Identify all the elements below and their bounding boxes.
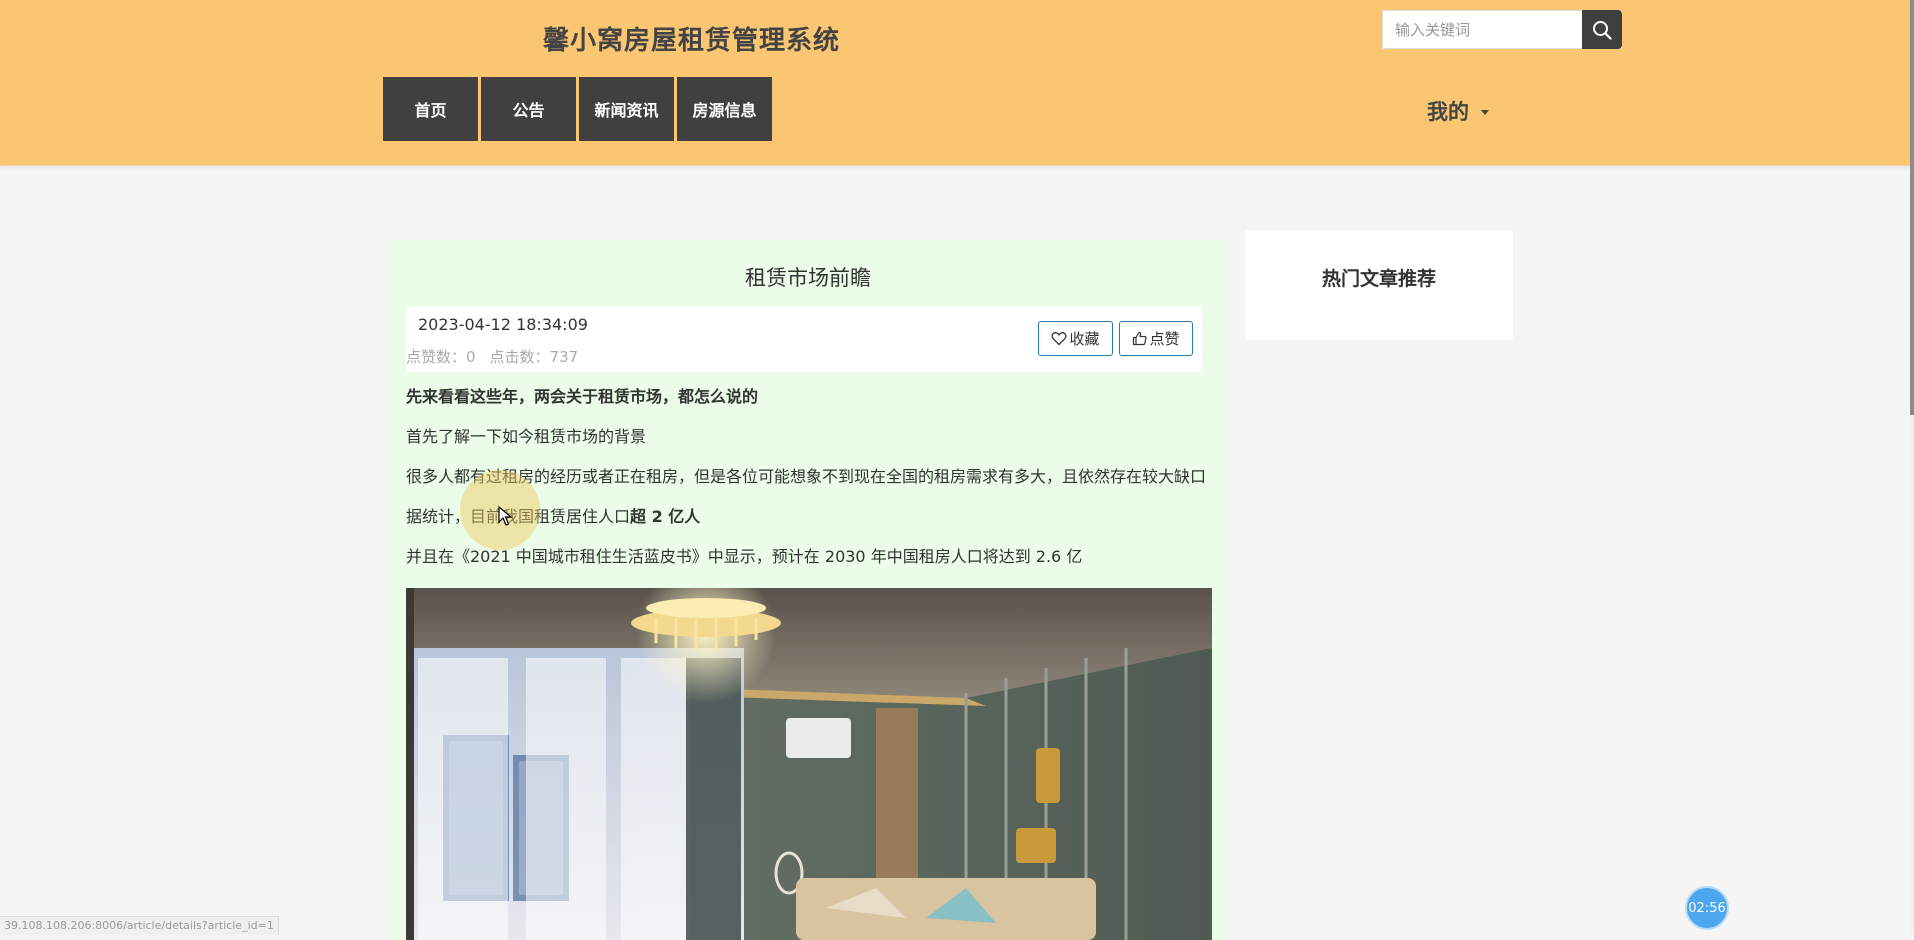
paragraph: 很多人都有过租房的经历或者正在租房，但是各位可能想象不到现在全国的租房需求有多大… <box>406 467 1207 486</box>
article-date: 2023-04-12 18:34:09 <box>418 315 588 334</box>
main-nav: 首页 公告 新闻资讯 房源信息 <box>383 77 775 141</box>
search-icon <box>1593 20 1612 40</box>
paragraph: 先来看看这些年，两会关于租赁市场，都怎么说的 <box>406 387 759 406</box>
article-stats: 点赞数：0 点击数：737 <box>406 346 592 367</box>
article-meta: 2023-04-12 18:34:09 点赞数：0 点击数：737 收藏 点赞 <box>406 307 1202 372</box>
timer-badge[interactable]: 02:56 <box>1685 886 1729 930</box>
favorite-label: 收藏 <box>1069 330 1100 348</box>
nav-item-notice[interactable]: 公告 <box>481 77 576 141</box>
article-image <box>406 588 1212 940</box>
scrollbar-thumb[interactable] <box>1910 0 1914 415</box>
paragraph: 并且在《2021 中国城市租住生活蓝皮书》中显示，预计在 2030 年中国租房人… <box>406 547 1083 566</box>
site-title: 馨小窝房屋租赁管理系统 <box>543 26 841 56</box>
heart-icon <box>1051 332 1068 346</box>
hot-articles-title: 热门文章推荐 <box>1321 268 1436 290</box>
paragraph: 首先了解一下如今租赁市场的背景 <box>406 427 647 446</box>
like-label: 点赞 <box>1149 330 1180 348</box>
thumbs-up-icon <box>1133 331 1148 346</box>
mouse-cursor-icon <box>498 506 512 526</box>
click-count: 点击数：737 <box>489 348 579 366</box>
article-panel: 租赁市场前瞻 2023-04-12 18:34:09 点赞数：0 点击数：737 … <box>390 240 1226 940</box>
nav-item-listings[interactable]: 房源信息 <box>677 77 772 141</box>
status-bar-url: 39.108.108.206:8006/article/details?arti… <box>0 916 279 935</box>
article-content: 先来看看这些年，两会关于租赁市场，都怎么说的 首先了解一下如今租赁市场的背景 很… <box>406 387 1216 587</box>
article-title: 租赁市场前瞻 <box>745 266 871 290</box>
my-account-dropdown[interactable]: 我的 <box>1427 96 1489 126</box>
nav-item-news[interactable]: 新闻资讯 <box>579 77 674 141</box>
site-header: 馨小窝房屋租赁管理系统 首页 公告 新闻资讯 房源信息 我的 <box>0 0 1910 166</box>
nav-item-home[interactable]: 首页 <box>383 77 478 141</box>
emphasis-text: 超 2 亿人 <box>630 507 701 526</box>
paragraph: 据统计，目前我国租赁居住人口超 2 亿人 <box>406 507 1216 547</box>
room-photo <box>406 588 1212 940</box>
like-button[interactable]: 点赞 <box>1119 321 1193 356</box>
search-button[interactable] <box>1582 10 1622 49</box>
paragraph-text: 据统计，目前我国租赁居住人口 <box>406 507 631 526</box>
favorite-button[interactable]: 收藏 <box>1038 321 1113 356</box>
caret-down-icon <box>1481 110 1489 115</box>
hot-articles-panel: 热门文章推荐 <box>1245 230 1513 340</box>
like-count: 点赞数：0 <box>406 348 476 366</box>
my-account-label: 我的 <box>1427 100 1469 124</box>
